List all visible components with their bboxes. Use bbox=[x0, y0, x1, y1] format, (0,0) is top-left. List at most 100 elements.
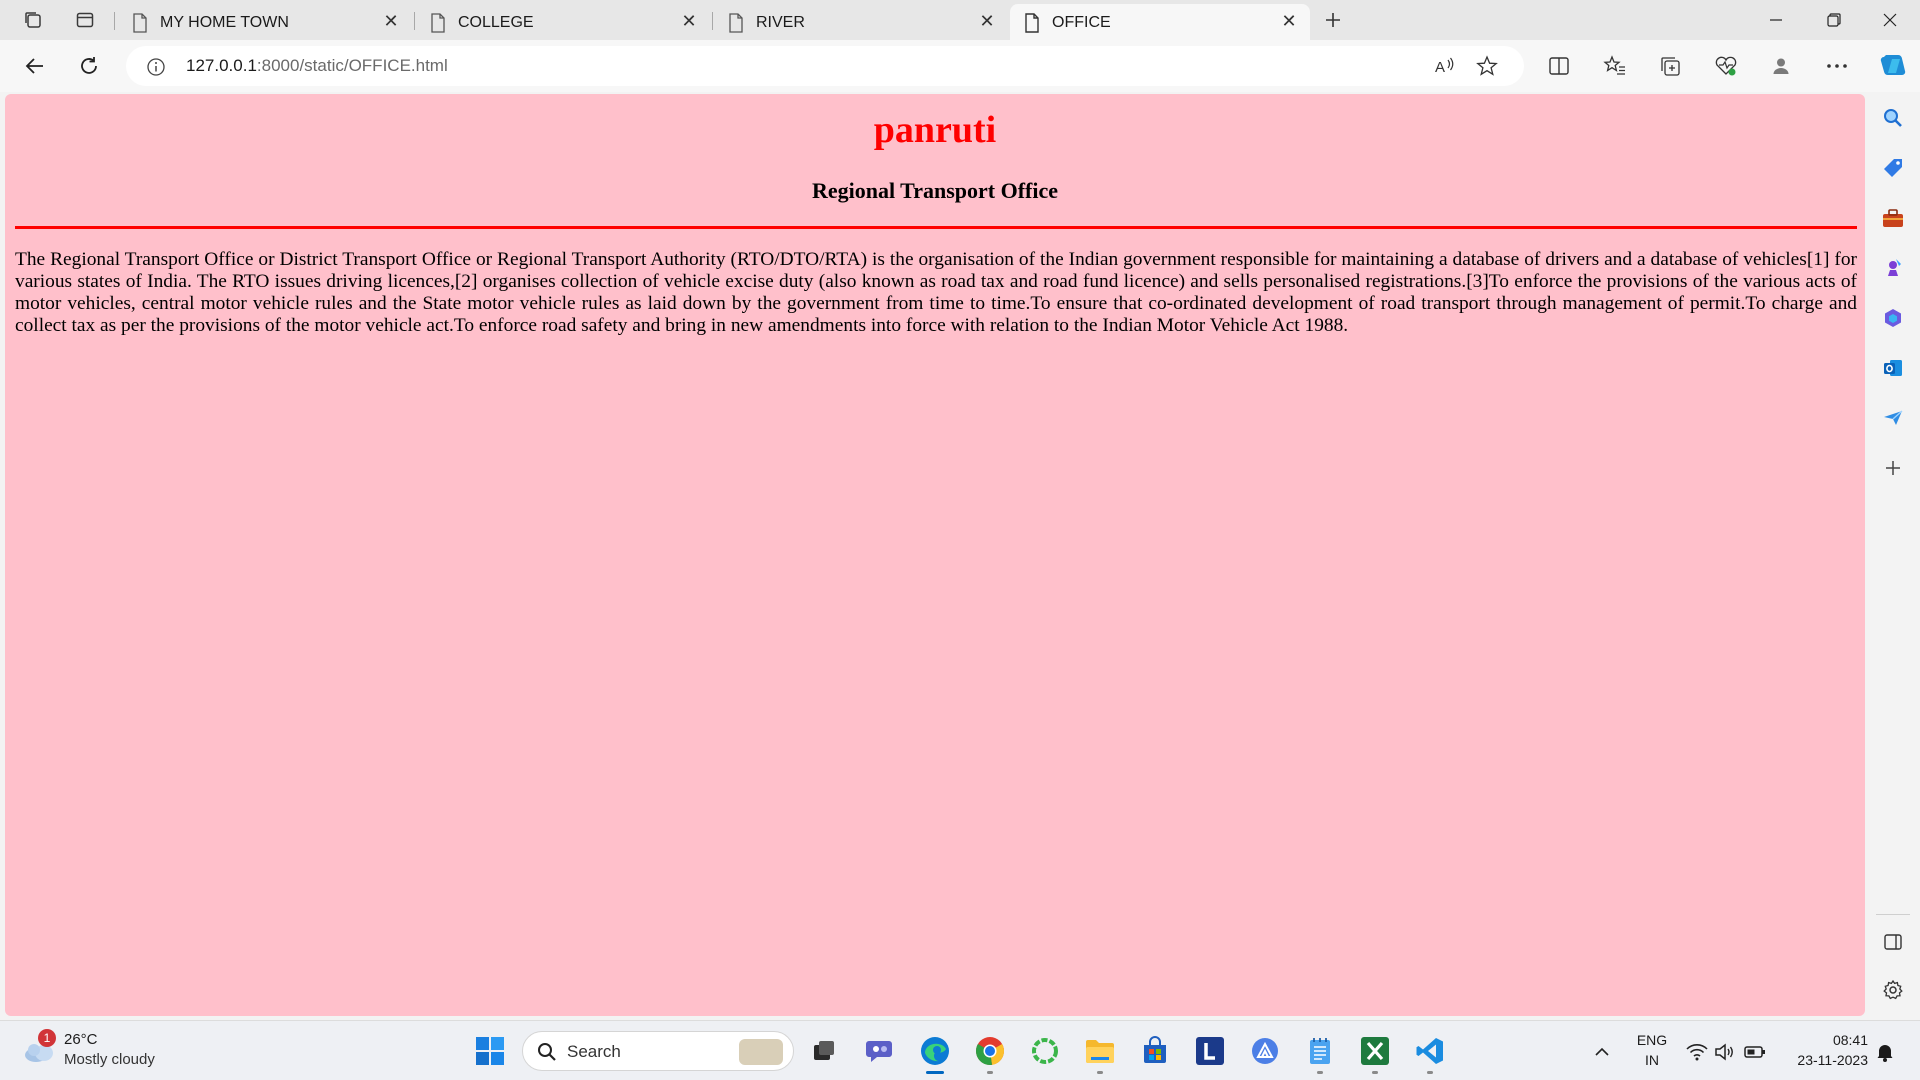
drop-send-icon[interactable] bbox=[1879, 404, 1907, 432]
page-viewport: panruti Regional Transport Office The Re… bbox=[5, 94, 1865, 1016]
notification-bell-icon[interactable] bbox=[1874, 1041, 1896, 1063]
settings-gear-icon[interactable] bbox=[1879, 976, 1907, 1004]
restore-button[interactable] bbox=[1806, 0, 1862, 40]
weather-alert-badge: 1 bbox=[38, 1029, 56, 1047]
excel-app[interactable] bbox=[1355, 1031, 1395, 1071]
games-chess-icon[interactable] bbox=[1879, 254, 1907, 282]
task-view-button[interactable] bbox=[804, 1031, 844, 1071]
clock-time: 08:41 bbox=[1832, 1032, 1868, 1048]
tab-college[interactable]: COLLEGE ✕ bbox=[416, 4, 710, 40]
triangle-logo-icon bbox=[1252, 1038, 1278, 1064]
shopping-tag-icon[interactable] bbox=[1879, 154, 1907, 182]
active-app-indicator bbox=[926, 1071, 944, 1074]
volume-icon[interactable] bbox=[1714, 1041, 1736, 1063]
hide-sidebar-icon[interactable] bbox=[1879, 928, 1907, 956]
search-icon[interactable] bbox=[1879, 104, 1907, 132]
chat-icon bbox=[866, 1041, 892, 1062]
windows-logo-icon bbox=[476, 1037, 504, 1065]
notepad-app[interactable] bbox=[1300, 1031, 1340, 1071]
close-icon[interactable]: ✕ bbox=[976, 10, 998, 32]
page-icon bbox=[132, 13, 148, 38]
workspaces-icon[interactable] bbox=[16, 6, 50, 34]
copilot-icon[interactable] bbox=[1876, 50, 1910, 82]
new-tab-button[interactable] bbox=[1316, 6, 1350, 34]
teams-chat-app[interactable] bbox=[860, 1031, 900, 1071]
svg-text:A: A bbox=[1435, 59, 1445, 76]
ring-app[interactable] bbox=[1025, 1031, 1065, 1071]
restore-icon bbox=[1827, 13, 1841, 27]
tab-separator bbox=[712, 12, 713, 30]
tab-office[interactable]: OFFICE ✕ bbox=[1010, 4, 1310, 40]
store-icon bbox=[1144, 1036, 1166, 1063]
chrome-app[interactable] bbox=[970, 1031, 1010, 1071]
vscode-app[interactable] bbox=[1410, 1031, 1450, 1071]
battery-icon[interactable] bbox=[1744, 1041, 1766, 1063]
close-icon[interactable]: ✕ bbox=[678, 10, 700, 32]
more-options-icon[interactable] bbox=[1822, 52, 1852, 80]
horizontal-rule bbox=[15, 226, 1857, 229]
wifi-icon[interactable] bbox=[1686, 1041, 1708, 1063]
outlook-icon[interactable] bbox=[1879, 354, 1907, 382]
running-app-indicator bbox=[1372, 1071, 1378, 1074]
close-icon[interactable]: ✕ bbox=[380, 10, 402, 32]
file-explorer-app[interactable] bbox=[1080, 1031, 1120, 1071]
l-app[interactable] bbox=[1190, 1031, 1230, 1071]
close-icon[interactable]: ✕ bbox=[1278, 10, 1300, 32]
running-app-indicator bbox=[1317, 1071, 1323, 1074]
microsoft-365-icon[interactable] bbox=[1879, 304, 1907, 332]
page-icon bbox=[728, 13, 744, 38]
store-app[interactable] bbox=[1135, 1031, 1175, 1071]
tab-title: COLLEGE bbox=[458, 14, 534, 31]
tab-strip: MY HOME TOWN ✕ COLLEGE ✕ RIVER ✕ OFFICE … bbox=[0, 0, 1920, 40]
browser-essentials-icon[interactable] bbox=[1711, 52, 1741, 80]
edge-app[interactable] bbox=[915, 1031, 955, 1071]
start-button[interactable] bbox=[470, 1031, 510, 1071]
page-icon bbox=[430, 13, 446, 38]
split-screen-icon[interactable] bbox=[1544, 52, 1574, 80]
show-hidden-icons-chevron-icon[interactable] bbox=[1591, 1041, 1613, 1063]
taskbar-search[interactable]: Search bbox=[522, 1031, 794, 1071]
minimize-button[interactable] bbox=[1748, 0, 1804, 40]
back-arrow-icon bbox=[25, 58, 43, 74]
tab-river[interactable]: RIVER ✕ bbox=[714, 4, 1008, 40]
minimize-icon bbox=[1770, 19, 1782, 21]
info-icon[interactable] bbox=[146, 57, 166, 82]
refresh-button[interactable] bbox=[70, 48, 108, 84]
weather-description: Mostly cloudy bbox=[64, 1051, 155, 1068]
excel-icon bbox=[1361, 1037, 1389, 1065]
tab-actions-icon[interactable] bbox=[68, 6, 102, 34]
tab-separator bbox=[414, 12, 415, 30]
read-aloud-icon[interactable]: A bbox=[1432, 54, 1458, 78]
collections-icon[interactable] bbox=[1656, 52, 1686, 80]
running-app-indicator bbox=[1427, 1071, 1433, 1074]
profile-avatar-icon[interactable] bbox=[1766, 52, 1796, 80]
notepad-icon bbox=[1310, 1038, 1330, 1064]
favorites-icon[interactable] bbox=[1600, 52, 1630, 80]
running-app-indicator bbox=[987, 1071, 993, 1074]
add-sidebar-app-icon[interactable] bbox=[1879, 454, 1907, 482]
windows-taskbar: 1 26°C Mostly cloudy Search ENG IN 08:41… bbox=[0, 1020, 1920, 1080]
close-window-button[interactable] bbox=[1862, 0, 1918, 40]
weather-temperature: 26°C bbox=[64, 1031, 98, 1048]
edge-sidebar bbox=[1866, 92, 1920, 1020]
search-icon bbox=[537, 1042, 557, 1067]
back-button[interactable] bbox=[16, 48, 54, 84]
url-text[interactable]: 127.0.0.1:8000/static/OFFICE.html bbox=[186, 56, 448, 76]
ring-icon bbox=[1032, 1038, 1058, 1064]
triangle-app[interactable] bbox=[1245, 1031, 1285, 1071]
running-app-indicator bbox=[1097, 1071, 1103, 1074]
browser-toolbar: 127.0.0.1:8000/static/OFFICE.html A bbox=[0, 40, 1920, 92]
address-bar[interactable]: 127.0.0.1:8000/static/OFFICE.html A bbox=[126, 46, 1524, 86]
sidebar-divider bbox=[1876, 914, 1910, 915]
url-host: 127.0.0.1 bbox=[186, 56, 257, 75]
search-highlight-image bbox=[739, 1039, 783, 1065]
page-subheading: Regional Transport Office bbox=[811, 178, 1059, 203]
page-heading: panruti bbox=[873, 109, 997, 151]
refresh-icon bbox=[81, 57, 97, 74]
tools-briefcase-icon[interactable] bbox=[1879, 204, 1907, 232]
tab-my-home-town[interactable]: MY HOME TOWN ✕ bbox=[118, 4, 412, 40]
tab-title: RIVER bbox=[756, 14, 805, 31]
page-icon bbox=[1024, 13, 1040, 38]
favorite-star-icon[interactable] bbox=[1474, 54, 1500, 78]
close-icon bbox=[1883, 13, 1897, 27]
